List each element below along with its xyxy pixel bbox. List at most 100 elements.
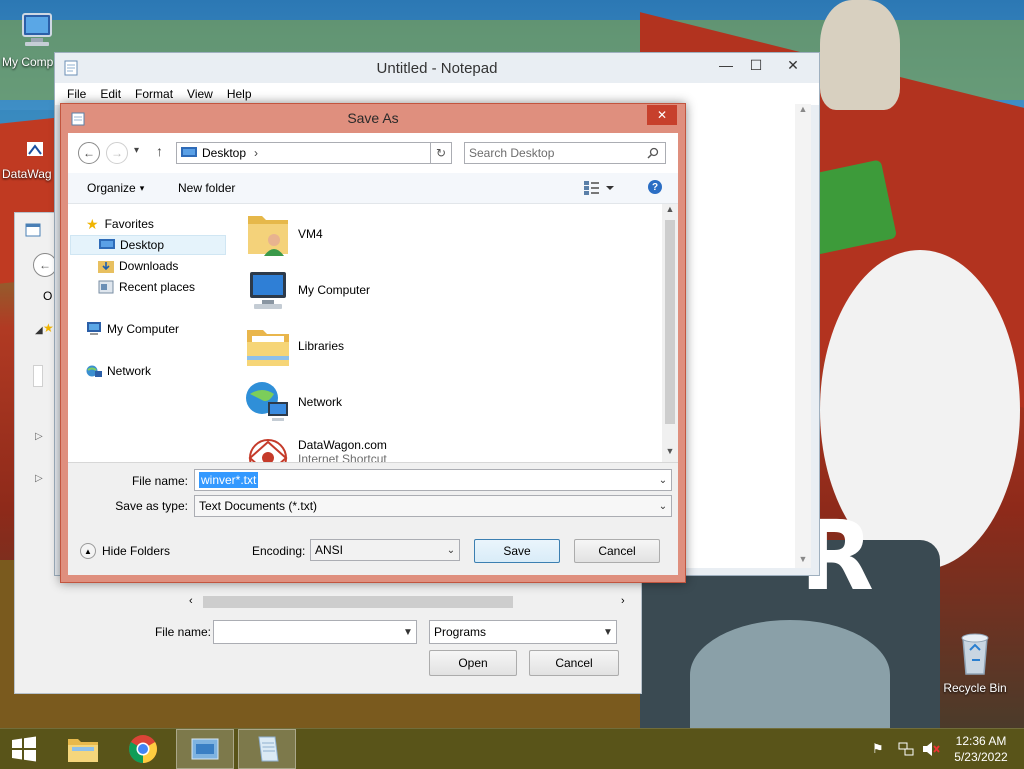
scroll-up-icon[interactable]: ▲ — [795, 104, 811, 114]
tree-expand-computer-icon[interactable]: ▷ — [35, 431, 43, 442]
taskbar-chrome[interactable] — [114, 729, 172, 769]
search-input[interactable]: Search Desktop — [464, 142, 666, 164]
tree-item-label: Downloads — [119, 259, 179, 273]
command-bar: Organize ▾ New folder ? — [68, 173, 678, 204]
clock-date: 5/23/2022 — [954, 750, 1008, 764]
tree-item-label: Network — [107, 364, 152, 378]
organize-label: Organize — [87, 181, 136, 195]
save-as-close-button[interactable]: ✕ — [647, 105, 677, 125]
scroll-right-icon[interactable]: › — [621, 595, 625, 607]
file-item-network[interactable]: Network — [244, 378, 342, 426]
encoding-select[interactable]: ANSI ⌄ — [310, 539, 460, 561]
computer-icon — [250, 272, 286, 309]
scroll-thumb[interactable] — [203, 596, 513, 608]
encoding-label: Encoding: — [252, 544, 306, 558]
new-folder-button[interactable]: New folder — [178, 181, 235, 195]
start-button[interactable] — [0, 729, 48, 769]
network-tray-icon[interactable] — [898, 741, 914, 757]
tree-item-desktop[interactable]: Desktop — [70, 235, 226, 255]
address-bar[interactable]: Desktop › ⌄ — [176, 142, 452, 164]
scroll-thumb[interactable] — [665, 220, 675, 424]
open-cancel-button[interactable]: Cancel — [529, 650, 619, 676]
tree-item-favorites[interactable]: ★ Favorites — [86, 214, 154, 234]
tree-item-my-computer[interactable]: My Computer — [86, 319, 179, 339]
tree-expand-icon[interactable]: ◢ — [35, 325, 43, 336]
wallpaper-train-front — [690, 620, 890, 728]
save-button[interactable]: Save — [474, 539, 560, 563]
menu-edit[interactable]: Edit — [100, 87, 121, 101]
scroll-down-icon[interactable]: ▼ — [662, 446, 678, 456]
favorites-star-icon: ★ — [43, 321, 54, 335]
taskbar-file-explorer[interactable] — [54, 729, 112, 769]
menu-file[interactable]: File — [67, 87, 86, 101]
search-icon[interactable] — [647, 147, 659, 159]
menu-help[interactable]: Help — [227, 87, 252, 101]
save-as-type-select[interactable]: Text Documents (*.txt) ⌄ — [194, 495, 672, 517]
file-list-scrollbar[interactable]: ▲ ▼ — [662, 204, 678, 462]
forward-button[interactable]: → — [106, 142, 128, 164]
open-button[interactable]: Open — [429, 650, 517, 676]
tree-item-network[interactable]: Network — [86, 361, 151, 381]
close-button[interactable]: ✕ — [773, 55, 813, 75]
file-name-value: winver*.txt — [199, 472, 259, 488]
address-location[interactable]: Desktop — [202, 146, 246, 160]
chevron-down-icon[interactable]: ⌄ — [655, 501, 671, 512]
open-file-name-input[interactable]: ▼ — [213, 620, 417, 644]
help-icon[interactable]: ? — [648, 180, 662, 194]
back-button[interactable]: ← — [78, 142, 100, 164]
menu-view[interactable]: View — [187, 87, 213, 101]
recent-locations-icon[interactable]: ▾ — [134, 145, 139, 156]
refresh-button[interactable]: ↻ — [430, 142, 452, 164]
scroll-down-icon[interactable]: ▼ — [795, 554, 811, 564]
view-options-icon[interactable] — [584, 181, 614, 195]
recycle-bin-icon — [961, 633, 989, 675]
up-button[interactable]: ↑ — [156, 143, 163, 159]
chevron-down-icon[interactable]: ▼ — [600, 627, 616, 638]
file-item-datawagon[interactable]: DataWagon.com Internet Shortcut — [244, 434, 387, 462]
scroll-up-icon[interactable]: ▲ — [662, 204, 678, 214]
tree-expand-network-icon[interactable]: ▷ — [35, 473, 43, 484]
collapse-icon: ▲ — [80, 543, 96, 559]
file-item-vm4[interactable]: VM4 — [244, 210, 323, 258]
tree-item-downloads[interactable]: Downloads — [98, 256, 178, 276]
horizontal-scrollbar[interactable]: ‹ › — [185, 593, 635, 611]
file-item-my-computer[interactable]: My Computer — [244, 266, 370, 314]
cancel-button[interactable]: Cancel — [574, 539, 660, 563]
chevron-down-icon[interactable]: ⌄ — [443, 545, 459, 556]
maximize-button[interactable]: ☐ — [743, 55, 769, 75]
notepad-menubar: File Edit Format View Help — [55, 83, 819, 105]
clock[interactable]: 12:36 AM 5/23/2022 — [946, 733, 1016, 765]
chevron-down-icon[interactable]: ⌄ — [655, 475, 671, 486]
tree-row-stub — [33, 365, 43, 387]
file-list: VM4 My Computer Libraries Network DataWa… — [238, 204, 662, 462]
desktop-location-icon — [181, 147, 197, 157]
notepad-titlebar[interactable]: Untitled - Notepad — ☐ ✕ — [55, 53, 819, 83]
clock-time: 12:36 AM — [955, 734, 1007, 748]
scroll-left-icon[interactable]: ‹ — [189, 595, 193, 607]
desktop-icon-recycle-bin[interactable]: Recycle Bin — [940, 630, 1010, 695]
navigation-pane: ★ Favorites Desktop Downloads Recent pla… — [68, 204, 238, 462]
datawagon-shortcut-icon — [27, 142, 43, 156]
windows-logo-icon — [12, 736, 36, 762]
hide-folders-button[interactable]: ▲ Hide Folders — [80, 543, 170, 559]
notepad-icon — [258, 736, 279, 762]
tree-item-recent-places[interactable]: Recent places — [98, 277, 195, 297]
menu-format[interactable]: Format — [135, 87, 173, 101]
action-center-flag-icon[interactable]: ⚑ — [872, 741, 884, 757]
taskbar-notepad[interactable] — [238, 729, 296, 769]
forward-arrow-icon: → — [111, 146, 123, 160]
file-type: Internet Shortcut — [298, 452, 387, 462]
minimize-button[interactable]: — — [713, 55, 739, 75]
open-filter-select[interactable]: Programs ▼ — [429, 620, 617, 644]
volume-muted-icon[interactable] — [922, 741, 940, 757]
chevron-down-icon[interactable]: ▼ — [400, 627, 416, 638]
breadcrumb-chevron-icon[interactable]: › — [254, 146, 258, 160]
notepad-vertical-scrollbar[interactable]: ▲ ▼ — [795, 104, 811, 568]
partial-toolbar-text: O — [43, 289, 53, 303]
address-bar-row: ← → ▾ ↑ Desktop › ⌄ ↻ Search Desktop — [68, 133, 678, 173]
file-name-input[interactable]: winver*.txt ⌄ — [194, 469, 672, 491]
taskbar-remote-app[interactable] — [176, 729, 234, 769]
organize-button[interactable]: Organize ▾ — [87, 181, 144, 195]
file-item-libraries[interactable]: Libraries — [244, 322, 344, 370]
save-as-type-value: Text Documents (*.txt) — [199, 499, 318, 513]
